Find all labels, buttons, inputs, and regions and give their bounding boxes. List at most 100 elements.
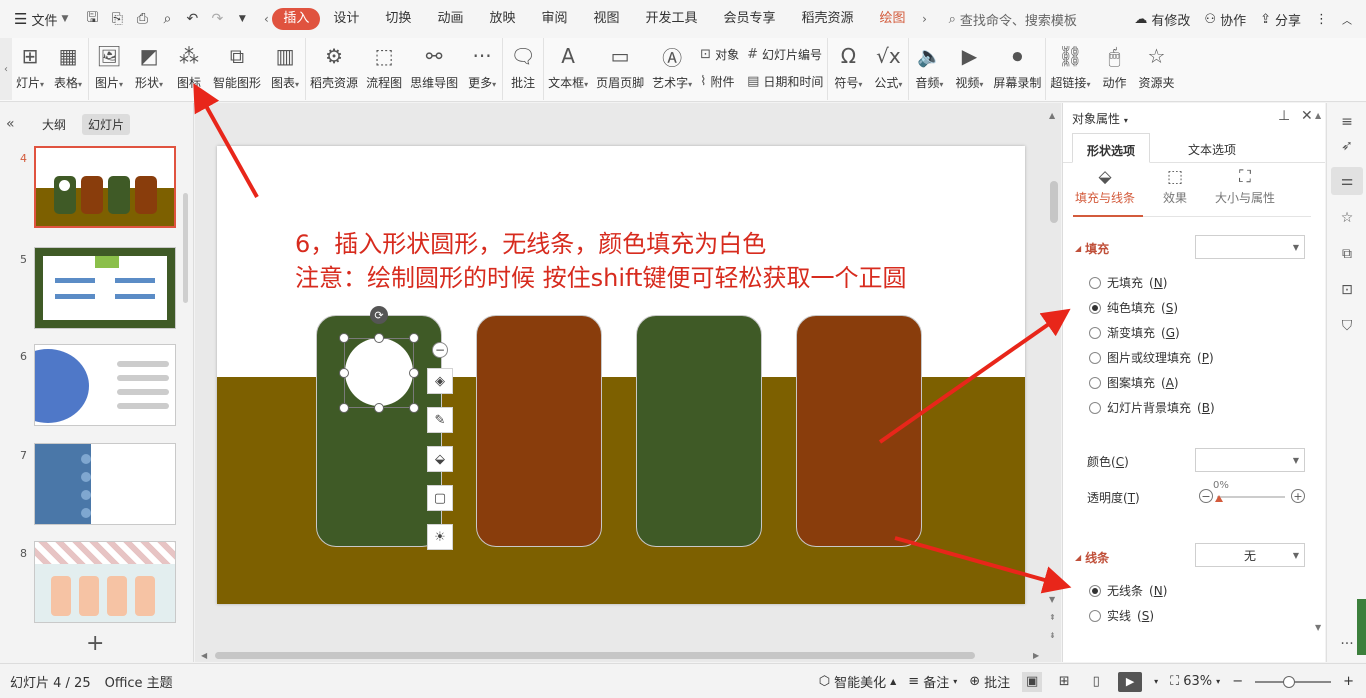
redo-icon[interactable]: ↷ bbox=[209, 11, 225, 27]
notes-button[interactable]: ≡ 备注 ▾ bbox=[908, 672, 957, 691]
fill-bucket-icon[interactable]: ⬙ bbox=[427, 446, 453, 472]
theme-name[interactable]: Office 主题 bbox=[105, 672, 173, 691]
tab-review[interactable]: 审阅 bbox=[528, 8, 580, 30]
comment-button[interactable]: 🗨 批注 bbox=[503, 42, 543, 91]
scroll-left-icon[interactable]: ◀ bbox=[201, 651, 207, 660]
attachment-button[interactable]: ⌇ 附件 bbox=[700, 73, 739, 90]
flowchart-button[interactable]: ⬚ 流程图 bbox=[362, 42, 406, 91]
zoom-out-icon[interactable]: − bbox=[1232, 674, 1243, 689]
slide-thumb-6[interactable]: 6 bbox=[0, 344, 194, 428]
slider-knob[interactable] bbox=[1215, 495, 1223, 502]
video-button[interactable]: ▶ 视频▾ bbox=[949, 42, 989, 91]
transparency-slider[interactable]: − 0% + bbox=[1199, 480, 1305, 505]
tab-text-options[interactable]: 文本选项 bbox=[1174, 133, 1250, 163]
collapse-ribbon-icon[interactable]: ︿ bbox=[1342, 12, 1352, 27]
radio-picture-fill[interactable]: 图片或纹理填充 (P) bbox=[1089, 349, 1214, 366]
menu-lines-icon[interactable]: ≡ bbox=[1336, 111, 1358, 133]
reading-view-icon[interactable]: ▯ bbox=[1086, 672, 1106, 692]
export-pdf-icon[interactable]: ⎘ bbox=[109, 11, 125, 27]
tab-slideshow[interactable]: 放映 bbox=[476, 8, 528, 30]
tab-transition[interactable]: 切换 bbox=[372, 8, 424, 30]
resize-handle-bottom-left[interactable] bbox=[339, 403, 349, 413]
more-options-icon[interactable]: ⋮ bbox=[1315, 12, 1328, 27]
scroll-up-icon[interactable]: ▲ bbox=[1049, 111, 1055, 120]
vertical-scroll-thumb[interactable] bbox=[1050, 181, 1058, 223]
table-button[interactable]: ▦ 表格▾ bbox=[48, 42, 88, 91]
close-icon[interactable]: ✕ bbox=[1301, 108, 1313, 124]
rounded-card-3[interactable] bbox=[636, 315, 762, 547]
wordart-button[interactable]: Ⓐ 艺术字▾ bbox=[648, 42, 696, 91]
lightbulb-icon[interactable]: ☀ bbox=[427, 524, 453, 550]
line-preset-dropdown[interactable]: 无 ▼ bbox=[1195, 543, 1305, 567]
horizontal-scroll-thumb[interactable] bbox=[215, 652, 975, 659]
next-slide-icon[interactable]: ⇟ bbox=[1049, 631, 1056, 640]
prev-slide-icon[interactable]: ⇞ bbox=[1049, 613, 1056, 622]
pane-title-dropdown[interactable]: 对象属性 ▾ bbox=[1072, 110, 1128, 127]
docer-resources-button[interactable]: ⚙ 稻壳资源 bbox=[306, 42, 362, 91]
play-options-icon[interactable]: ▾ bbox=[1154, 677, 1158, 686]
tab-outline[interactable]: 大纲 bbox=[36, 114, 72, 135]
slide-number-button[interactable]: # 幻灯片编号 bbox=[747, 46, 823, 63]
scroll-down-icon[interactable]: ▼ bbox=[1049, 595, 1055, 604]
tab-animation[interactable]: 动画 bbox=[424, 8, 476, 30]
date-time-button[interactable]: ▤ 日期和时间 bbox=[747, 73, 823, 90]
canvas-horizontal-scrollbar[interactable]: ◀ ▶ bbox=[195, 648, 1047, 662]
rounded-card-2[interactable] bbox=[476, 315, 602, 547]
symbol-button[interactable]: Ω 符号▾ bbox=[828, 42, 868, 91]
scroll-up-icon[interactable]: ▲ bbox=[1315, 111, 1321, 120]
slide-annotation-line-2[interactable]: 注意：绘制圆形的时候 按住shift键便可轻松获取一个正圆 bbox=[295, 258, 906, 293]
radio-pattern-fill[interactable]: 图案填充 (A) bbox=[1089, 374, 1179, 391]
tabs-scroll-left-icon[interactable]: ‹ bbox=[260, 12, 272, 26]
radio-solid-fill[interactable]: 纯色填充 (S) bbox=[1089, 299, 1178, 316]
tab-view[interactable]: 视图 bbox=[580, 8, 632, 30]
pane-scrollbar[interactable]: ▲ ▼ bbox=[1312, 103, 1325, 662]
image-search-icon[interactable]: ⊡ bbox=[1336, 279, 1358, 301]
subtab-effect[interactable]: ⬚ 效果 bbox=[1163, 167, 1187, 206]
collapse-toolbar-icon[interactable]: − bbox=[432, 342, 448, 358]
properties-sliders-icon[interactable]: ⚌ bbox=[1331, 167, 1363, 195]
play-slideshow-button[interactable]: ▶ bbox=[1118, 671, 1143, 692]
radio-gradient-fill[interactable]: 渐变填充 (G) bbox=[1089, 324, 1180, 341]
outline-icon[interactable]: ▢ bbox=[427, 485, 453, 511]
resize-handle-right[interactable] bbox=[409, 368, 419, 378]
slider-track[interactable] bbox=[1217, 496, 1285, 498]
customize-qa-icon[interactable]: ▼ bbox=[234, 14, 250, 24]
panel-scrollbar[interactable] bbox=[183, 193, 188, 303]
print-preview-icon[interactable]: ⌕ bbox=[159, 11, 175, 27]
object-button[interactable]: ⊡ 对象 bbox=[700, 46, 739, 63]
tab-drawing[interactable]: 绘图 bbox=[867, 8, 919, 30]
radio-solid-line[interactable]: 实线 (S) bbox=[1089, 607, 1154, 624]
subtab-fill-line[interactable]: ⬙ 填充与线条 bbox=[1075, 167, 1135, 206]
radio-no-fill[interactable]: 无填充 (N) bbox=[1089, 274, 1167, 291]
collapse-panel-icon[interactable]: « bbox=[6, 116, 22, 132]
audio-button[interactable]: 🔈 音频▾ bbox=[909, 42, 949, 91]
rotate-handle-icon[interactable]: ⟳ bbox=[370, 306, 388, 324]
ribbon-scroll-left-icon[interactable]: ‹ bbox=[0, 38, 12, 100]
star-icon[interactable]: ☆ bbox=[1336, 207, 1358, 229]
resize-handle-top-right[interactable] bbox=[409, 333, 419, 343]
slide-thumb-5[interactable]: 5 bbox=[0, 247, 194, 331]
fill-section-header[interactable]: ◢ 填充 bbox=[1075, 240, 1109, 257]
resource-folder-button[interactable]: ☆ 资源夹 bbox=[1134, 42, 1178, 91]
zoom-dropdown[interactable]: ⛶ 63% ▾ bbox=[1170, 674, 1220, 689]
rounded-card-4[interactable] bbox=[796, 315, 922, 547]
slide-annotation-line-1[interactable]: 6，插入形状圆形，无线条，颜色填充为白色 bbox=[295, 224, 766, 259]
tab-docer[interactable]: 稻壳资源 bbox=[789, 8, 867, 30]
print-icon[interactable]: ⎙ bbox=[134, 11, 150, 27]
more-button[interactable]: ··· 更多▾ bbox=[462, 42, 502, 91]
hyperlink-button[interactable]: ⛓ 超链接▾ bbox=[1046, 42, 1094, 91]
subtab-size[interactable]: ⛶ 大小与属性 bbox=[1215, 167, 1275, 206]
resize-handle-top-left[interactable] bbox=[339, 333, 349, 343]
collaborate-button[interactable]: ⚇ 协作 bbox=[1204, 10, 1246, 29]
tab-slides[interactable]: 幻灯片 bbox=[82, 113, 131, 135]
action-button[interactable]: 🖱 动作 bbox=[1094, 42, 1134, 91]
screen-record-button[interactable]: ⏺ 屏幕录制 bbox=[989, 42, 1045, 91]
tab-shape-options[interactable]: 形状选项 bbox=[1072, 133, 1151, 163]
share-button[interactable]: ⇪ 分享 bbox=[1260, 10, 1301, 29]
mindmap-button[interactable]: ⚯ 思维导图 bbox=[406, 42, 462, 91]
layers-icon[interactable]: ◈ bbox=[427, 368, 453, 394]
zoom-slider[interactable] bbox=[1255, 675, 1332, 688]
shield-icon[interactable]: ⛉ bbox=[1336, 315, 1358, 337]
fill-color-dropdown[interactable]: ▼ bbox=[1195, 448, 1305, 472]
transition-icon[interactable]: ⧉ bbox=[1336, 243, 1358, 265]
